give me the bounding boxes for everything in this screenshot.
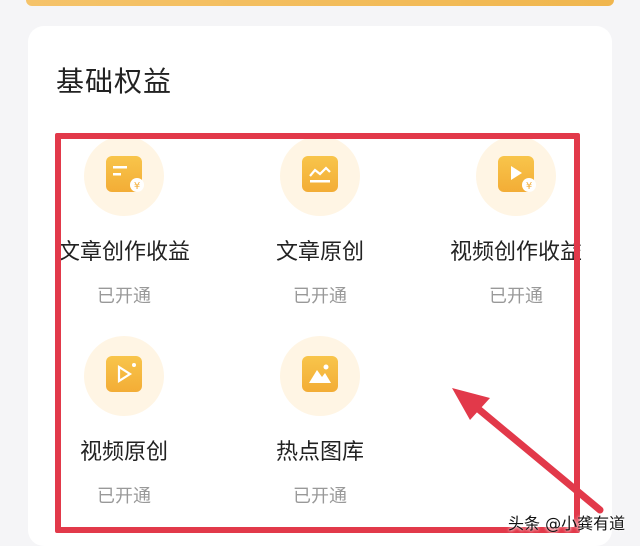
watermark: 头条 @小龚有道 bbox=[508, 514, 626, 533]
arrow-annotation-icon bbox=[452, 388, 604, 514]
